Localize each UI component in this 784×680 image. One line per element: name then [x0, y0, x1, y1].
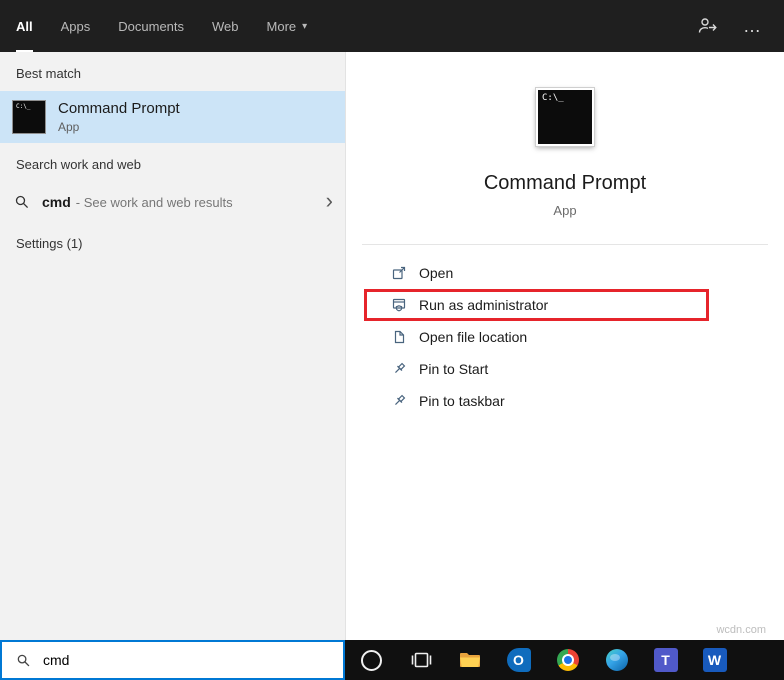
tab-apps-label: Apps: [61, 19, 91, 34]
search-icon: [14, 194, 30, 210]
teams-icon[interactable]: T: [641, 640, 690, 680]
context-actions-list: Open Run as administrator Open file loca…: [346, 257, 784, 417]
outlook-tile: O: [507, 648, 531, 672]
pin-icon: [391, 361, 407, 377]
task-view-icon[interactable]: [396, 640, 445, 680]
action-pin-to-taskbar-label: Pin to taskbar: [419, 393, 505, 409]
search-results-panel: Best match C:\_ Command Prompt App Searc…: [0, 52, 345, 640]
chevron-down-icon: ▾: [302, 21, 307, 32]
tab-all-label: All: [16, 19, 33, 34]
action-open[interactable]: Open: [364, 257, 709, 289]
outlook-icon[interactable]: O: [494, 640, 543, 680]
topbar-right-icons: …: [697, 0, 784, 52]
open-launch-icon: [391, 265, 407, 281]
search-work-web-header: Search work and web: [0, 143, 345, 182]
word-icon[interactable]: W: [690, 640, 739, 680]
search-filter-bar: All Apps Documents Web More ▾ …: [0, 0, 784, 52]
windows-taskbar: O T W: [0, 640, 784, 680]
prompt-glyph: C:\_: [542, 93, 564, 103]
pin-icon: [391, 393, 407, 409]
settings-header: Settings (1): [0, 222, 345, 261]
chevron-right-icon[interactable]: ›: [326, 190, 333, 215]
action-run-as-administrator[interactable]: Run as administrator: [364, 289, 709, 321]
web-result-text: cmd - See work and web results: [42, 194, 314, 210]
cortana-circle: [361, 650, 382, 671]
tab-more-label: More: [267, 19, 297, 34]
tab-more[interactable]: More ▾: [267, 0, 308, 52]
edge-ball: [606, 649, 628, 671]
web-result-query: cmd: [42, 194, 71, 210]
filter-tabs: All Apps Documents Web More ▾: [0, 0, 307, 52]
best-match-subtitle: App: [58, 120, 180, 134]
task-view-glyph: [409, 648, 433, 672]
file-location-icon: [391, 329, 407, 345]
taskbar-search-box[interactable]: [0, 640, 345, 680]
tab-all[interactable]: All: [16, 0, 33, 52]
preview-app-title: Command Prompt: [346, 172, 784, 195]
word-tile: W: [703, 648, 727, 672]
cortana-icon[interactable]: [347, 640, 396, 680]
admin-shield-icon: [391, 297, 407, 313]
folder-glyph: [458, 648, 482, 672]
web-result-hint: - See work and web results: [76, 195, 233, 210]
action-open-file-location-label: Open file location: [419, 329, 527, 345]
best-match-title: Command Prompt: [58, 100, 180, 117]
search-icon: [16, 653, 31, 668]
prompt-glyph: C:\_: [16, 103, 30, 110]
tab-web-label: Web: [212, 19, 239, 34]
command-prompt-icon: C:\_: [12, 100, 46, 134]
result-preview-panel: C:\_ Command Prompt App Open: [345, 52, 784, 640]
best-match-text: Command Prompt App: [58, 100, 180, 134]
action-open-file-location[interactable]: Open file location: [364, 321, 709, 353]
action-pin-to-taskbar[interactable]: Pin to taskbar: [364, 385, 709, 417]
taskbar-search-input[interactable]: [43, 652, 283, 668]
action-pin-to-start[interactable]: Pin to Start: [364, 353, 709, 385]
action-pin-to-start-label: Pin to Start: [419, 361, 488, 377]
ellipsis-menu-icon[interactable]: …: [743, 17, 762, 35]
teams-tile: T: [654, 648, 678, 672]
tab-documents-label: Documents: [118, 19, 184, 34]
sign-in-user-icon[interactable]: [697, 17, 717, 35]
tab-documents[interactable]: Documents: [118, 0, 184, 52]
tab-web[interactable]: Web: [212, 0, 239, 52]
edge-icon[interactable]: [592, 640, 641, 680]
chrome-icon[interactable]: [543, 640, 592, 680]
tab-apps[interactable]: Apps: [61, 0, 91, 52]
preview-app-subtitle: App: [346, 203, 784, 218]
action-run-as-administrator-label: Run as administrator: [419, 297, 548, 313]
best-match-header: Best match: [0, 52, 345, 91]
file-explorer-icon[interactable]: [445, 640, 494, 680]
command-prompt-icon-large: C:\_: [536, 88, 594, 146]
action-open-label: Open: [419, 265, 453, 281]
best-match-result-command-prompt[interactable]: C:\_ Command Prompt App: [0, 91, 345, 143]
chrome-ball: [557, 649, 579, 671]
preview-divider: [362, 244, 768, 245]
app-preview: C:\_ Command Prompt App: [346, 52, 784, 218]
web-search-result-cmd[interactable]: cmd - See work and web results ›: [0, 182, 345, 222]
taskbar-icons: O T W: [345, 640, 739, 680]
